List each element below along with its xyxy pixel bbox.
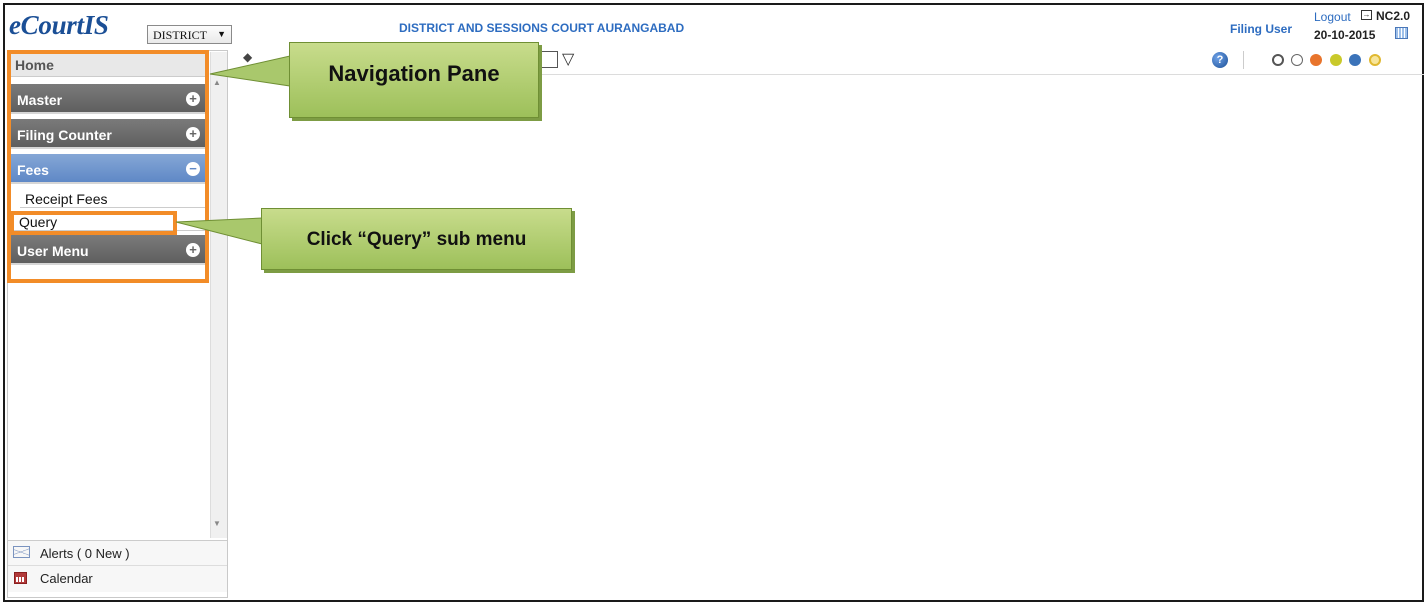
navigation-pane-callout: Navigation Pane <box>289 42 539 118</box>
callout-pointers <box>175 55 291 245</box>
query-callout: Click “Query” sub menu <box>261 208 572 270</box>
navigation-pane-pointer <box>209 55 291 87</box>
query-pointer <box>175 217 263 245</box>
callout-text: Click “Query” sub menu <box>306 229 527 250</box>
callout-text: Navigation Pane <box>328 61 500 86</box>
